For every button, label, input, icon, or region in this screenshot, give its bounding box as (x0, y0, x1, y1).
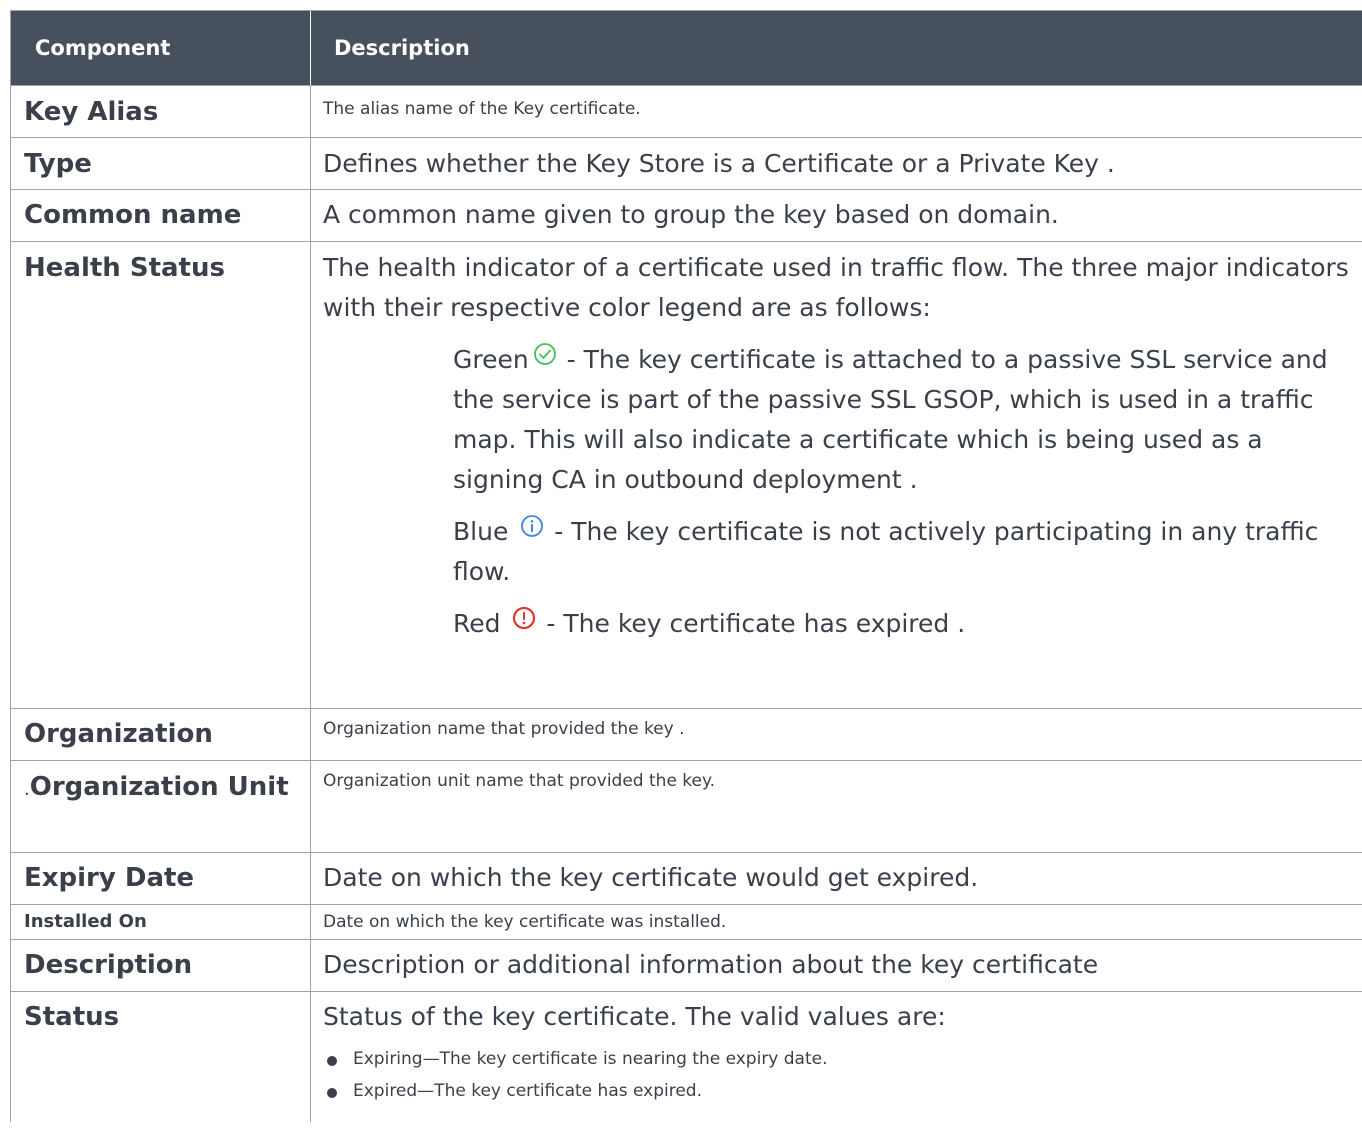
legend-blue-text: - The key certificate is not actively pa… (453, 517, 1319, 586)
row-label: .Organization Unit (11, 761, 311, 852)
table-row-type: Type Defines whether the Key Store is a … (11, 138, 1362, 190)
row-description: Date on which the key certificate was in… (323, 912, 727, 932)
row-description: The alias name of the Key certificate. (323, 99, 641, 119)
row-description: The health indicator of a certificate us… (311, 242, 1362, 708)
table-row-key-alias: Key Alias The alias name of the Key cert… (11, 86, 1362, 138)
list-item: Expired—The key certificate has expired. (323, 1075, 1359, 1107)
alert-circle-icon (512, 602, 536, 642)
row-label: Status (11, 992, 311, 1122)
status-intro: Status of the key certificate. The valid… (323, 1002, 946, 1031)
status-values-list: Expiring—The key certificate is nearing … (323, 1043, 1359, 1107)
row-label: Key Alias (11, 86, 311, 137)
table-row-common-name: Common name A common name given to group… (11, 190, 1362, 242)
list-item: Expiring—The key certificate is nearing … (323, 1043, 1359, 1075)
row-description: Date on which the key certificate would … (323, 863, 979, 892)
legend-red-label: Red (453, 609, 501, 638)
table-row-expiry-date: Expiry Date Date on which the key certif… (11, 853, 1362, 905)
header-component: Component (11, 11, 311, 85)
legend-blue-label: Blue (453, 517, 509, 546)
legend-red: Red - The key certificate has expired . (453, 604, 1359, 644)
row-label: Organization (11, 709, 311, 760)
check-circle-icon (533, 338, 557, 378)
row-label: Expiry Date (11, 853, 311, 904)
health-status-legend: Green - The key certificate is attached … (323, 340, 1359, 644)
table-header-row: Component Description (11, 11, 1362, 86)
legend-blue: Blue - The key certificate is not active… (453, 512, 1359, 592)
row-description: A common name given to group the key bas… (323, 200, 1059, 229)
table-row-installed-on: Installed On Date on which the key certi… (11, 905, 1362, 940)
table-row-organization-unit: .Organization Unit Organization unit nam… (11, 761, 1362, 853)
header-description: Description (334, 36, 470, 60)
legend-red-text: - The key certificate has expired . (546, 609, 966, 638)
row-label: Type (11, 138, 311, 189)
row-label: Common name (11, 190, 311, 241)
row-description: Description or additional information ab… (323, 950, 1099, 979)
table-row-organization: Organization Organization name that prov… (11, 709, 1362, 761)
row-description: Status of the key certificate. The valid… (311, 992, 1362, 1122)
row-label-text: Organization Unit (29, 772, 289, 802)
row-label: Description (11, 940, 311, 991)
component-table: Component Description Key Alias The alia… (10, 10, 1362, 1122)
table-row-status: Status Status of the key certificate. Th… (11, 992, 1362, 1122)
row-description: Organization unit name that provided the… (323, 771, 716, 791)
table-row-description: Description Description or additional in… (11, 940, 1362, 992)
info-circle-icon (520, 510, 544, 550)
legend-green-label: Green (453, 345, 529, 374)
row-label: Health Status (11, 242, 311, 708)
legend-green-text: - The key certificate is attached to a p… (453, 345, 1328, 494)
table-row-health-status: Health Status The health indicator of a … (11, 242, 1362, 709)
row-label: Installed On (11, 905, 311, 939)
health-status-intro: The health indicator of a certificate us… (323, 253, 1349, 322)
row-description: Defines whether the Key Store is a Certi… (323, 149, 1115, 178)
row-description: Organization name that provided the key … (323, 719, 685, 739)
legend-green: Green - The key certificate is attached … (453, 340, 1359, 500)
